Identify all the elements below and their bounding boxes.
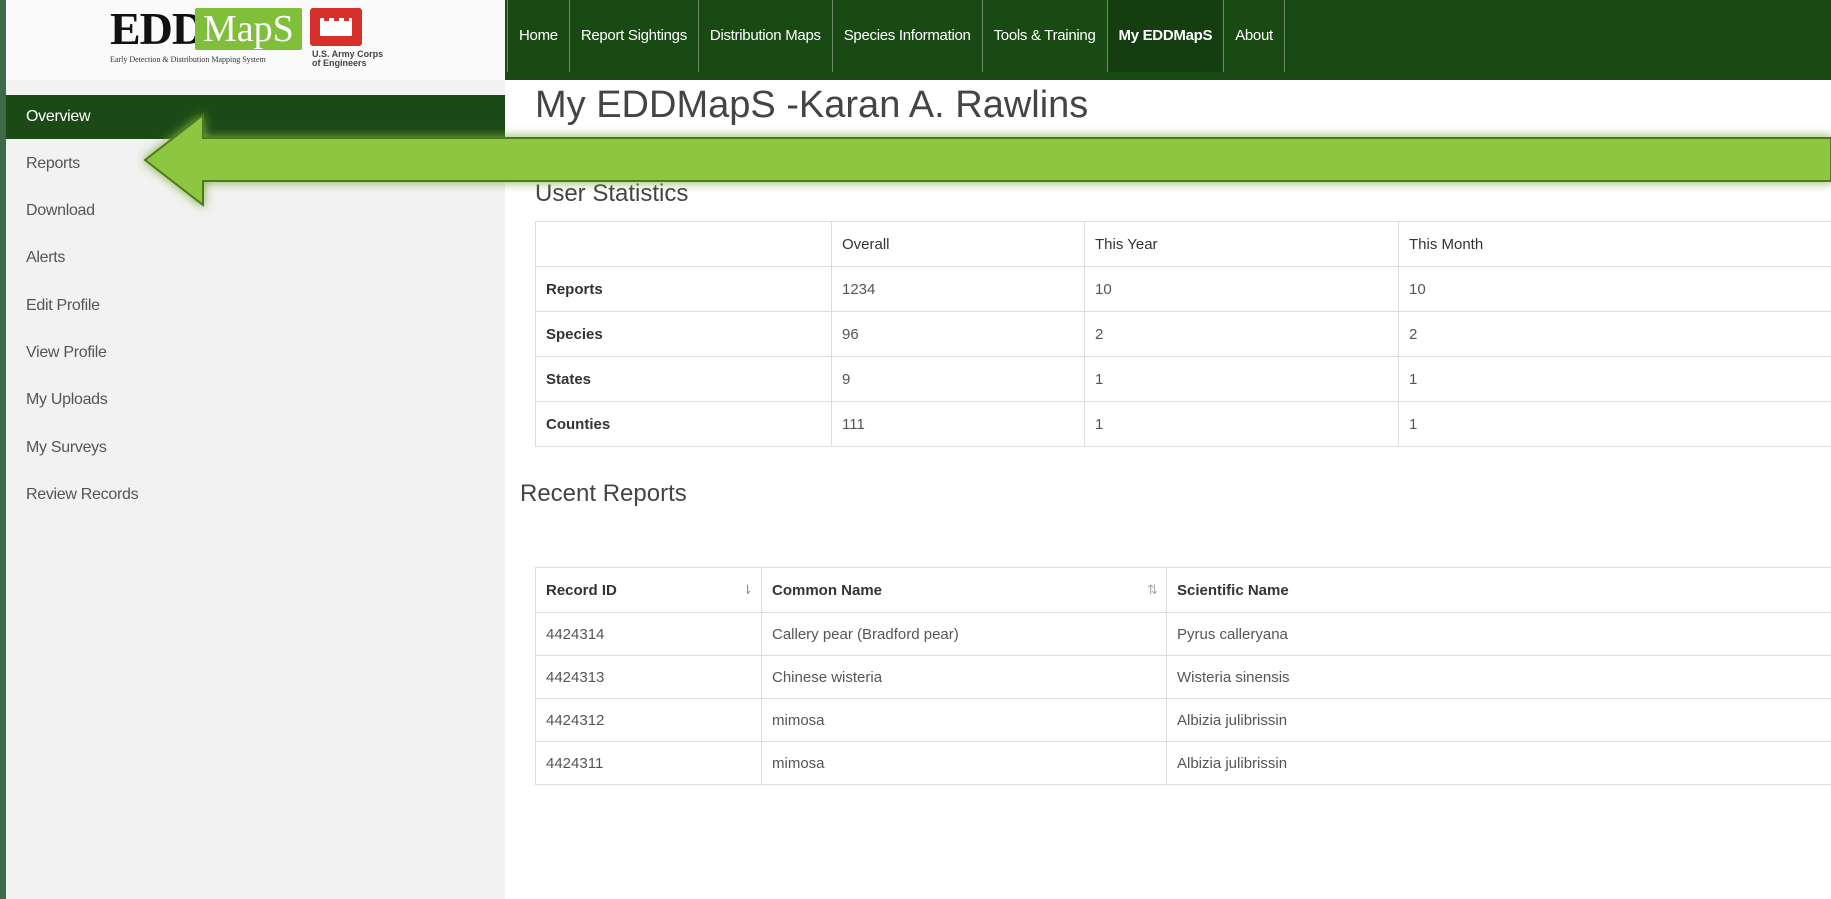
table-header-row: Overall This Year This Month: [535, 221, 1831, 267]
column-header: [535, 221, 832, 267]
cell-month: 1: [1398, 356, 1831, 402]
sidebar-item-reports[interactable]: Reports: [0, 142, 505, 186]
sidebar-item-download[interactable]: Download: [0, 189, 505, 233]
sidebar-item-review-records[interactable]: Review Records: [0, 473, 505, 517]
cell-overall: 96: [831, 311, 1085, 357]
table-row: Counties 111 1 1: [535, 401, 1831, 447]
cell-overall: 9: [831, 356, 1085, 402]
sidebar-item-my-uploads[interactable]: My Uploads: [0, 378, 505, 422]
cell-month: 10: [1398, 266, 1831, 312]
nav-tools-training[interactable]: Tools & Training: [983, 0, 1108, 72]
sort-icon[interactable]: ⇅: [1147, 582, 1158, 598]
row-label: States: [535, 356, 832, 402]
cell-year: 1: [1084, 401, 1399, 447]
app-frame: EDD MapS Early Detection & Distribution …: [0, 0, 1831, 899]
sidebar: Overview Reports Download Alerts Edit Pr…: [0, 80, 505, 899]
sidebar-item-alerts[interactable]: Alerts: [0, 236, 505, 280]
cell-record-id: 4424314: [535, 612, 762, 656]
column-header-common-name[interactable]: Common Name ⇅: [761, 567, 1167, 613]
table-row[interactable]: 4424311 mimosa Albizia julibrissin: [535, 741, 1831, 785]
main-content: My EDDMapS -Karan A. Rawlins User Statis…: [505, 80, 1831, 899]
column-header-label: Scientific Name: [1177, 581, 1289, 599]
row-label: Reports: [535, 266, 832, 312]
row-label: Species: [535, 311, 832, 357]
cell-scientific-name: Albizia julibrissin: [1166, 698, 1831, 742]
nav-about[interactable]: About: [1224, 0, 1285, 72]
user-statistics-heading: User Statistics: [535, 180, 689, 207]
nav-species-information[interactable]: Species Information: [833, 0, 983, 72]
cell-year: 2: [1084, 311, 1399, 357]
logo[interactable]: EDD MapS Early Detection & Distribution …: [0, 0, 505, 80]
top-bar: EDD MapS Early Detection & Distribution …: [0, 0, 1831, 80]
column-header-record-id[interactable]: Record ID ⇂: [535, 567, 762, 613]
cell-overall: 1234: [831, 266, 1085, 312]
table-row: Species 96 2 2: [535, 311, 1831, 357]
cell-month: 1: [1398, 401, 1831, 447]
sidebar-item-my-surveys[interactable]: My Surveys: [0, 426, 505, 470]
cell-overall: 111: [831, 401, 1085, 447]
logo-tagline: Early Detection & Distribution Mapping S…: [110, 55, 266, 64]
user-statistics-table: Overall This Year This Month Reports 123…: [535, 221, 1831, 447]
cell-record-id: 4424313: [535, 655, 762, 699]
cell-year: 1: [1084, 356, 1399, 402]
nav-home[interactable]: Home: [507, 0, 570, 72]
cell-scientific-name: Wisteria sinensis: [1166, 655, 1831, 699]
table-row[interactable]: 4424313 Chinese wisteria Wisteria sinens…: [535, 655, 1831, 699]
recent-reports-table: Record ID ⇂ Common Name ⇅ Scientific Nam…: [535, 567, 1831, 785]
logo-edd-text: EDD: [110, 3, 205, 54]
usace-label: U.S. Army Corps of Engineers: [312, 50, 402, 68]
table-row[interactable]: 4424312 mimosa Albizia julibrissin: [535, 698, 1831, 742]
column-header-overall: Overall: [831, 221, 1085, 267]
cell-scientific-name: Albizia julibrissin: [1166, 741, 1831, 785]
recent-reports-heading: Recent Reports: [520, 480, 687, 507]
usace-castle-icon: [310, 8, 362, 46]
cell-common-name: mimosa: [761, 741, 1167, 785]
column-header-this-month: This Month: [1398, 221, 1831, 267]
column-header-scientific-name[interactable]: Scientific Name: [1166, 567, 1831, 613]
table-row[interactable]: 4424314 Callery pear (Bradford pear) Pyr…: [535, 612, 1831, 656]
sidebar-item-overview[interactable]: Overview: [0, 95, 505, 139]
table-header-row: Record ID ⇂ Common Name ⇅ Scientific Nam…: [535, 567, 1831, 613]
nav-distribution-maps[interactable]: Distribution Maps: [699, 0, 833, 72]
cell-record-id: 4424312: [535, 698, 762, 742]
cell-common-name: Chinese wisteria: [761, 655, 1167, 699]
column-header-label: Record ID: [546, 581, 617, 599]
cell-year: 10: [1084, 266, 1399, 312]
main-nav: Home Report Sightings Distribution Maps …: [507, 0, 1285, 72]
column-header-label: Common Name: [772, 581, 883, 599]
nav-my-eddmaps[interactable]: My EDDMapS: [1107, 0, 1225, 72]
sidebar-item-edit-profile[interactable]: Edit Profile: [0, 284, 505, 328]
table-row: Reports 1234 10 10: [535, 266, 1831, 312]
logo-maps-text: MapS: [195, 8, 302, 50]
cell-scientific-name: Pyrus calleryana: [1166, 612, 1831, 656]
cell-common-name: mimosa: [761, 698, 1167, 742]
cell-common-name: Callery pear (Bradford pear): [761, 612, 1167, 656]
usace-line2: of Engineers: [312, 58, 367, 68]
cell-month: 2: [1398, 311, 1831, 357]
window-edge: [0, 0, 6, 899]
cell-record-id: 4424311: [535, 741, 762, 785]
row-label: Counties: [535, 401, 832, 447]
table-row: States 9 1 1: [535, 356, 1831, 402]
nav-report-sightings[interactable]: Report Sightings: [570, 0, 699, 72]
sort-desc-icon[interactable]: ⇂: [742, 582, 753, 598]
sidebar-item-view-profile[interactable]: View Profile: [0, 331, 505, 375]
column-header-this-year: This Year: [1084, 221, 1399, 267]
page-title: My EDDMapS -Karan A. Rawlins: [535, 84, 1089, 126]
